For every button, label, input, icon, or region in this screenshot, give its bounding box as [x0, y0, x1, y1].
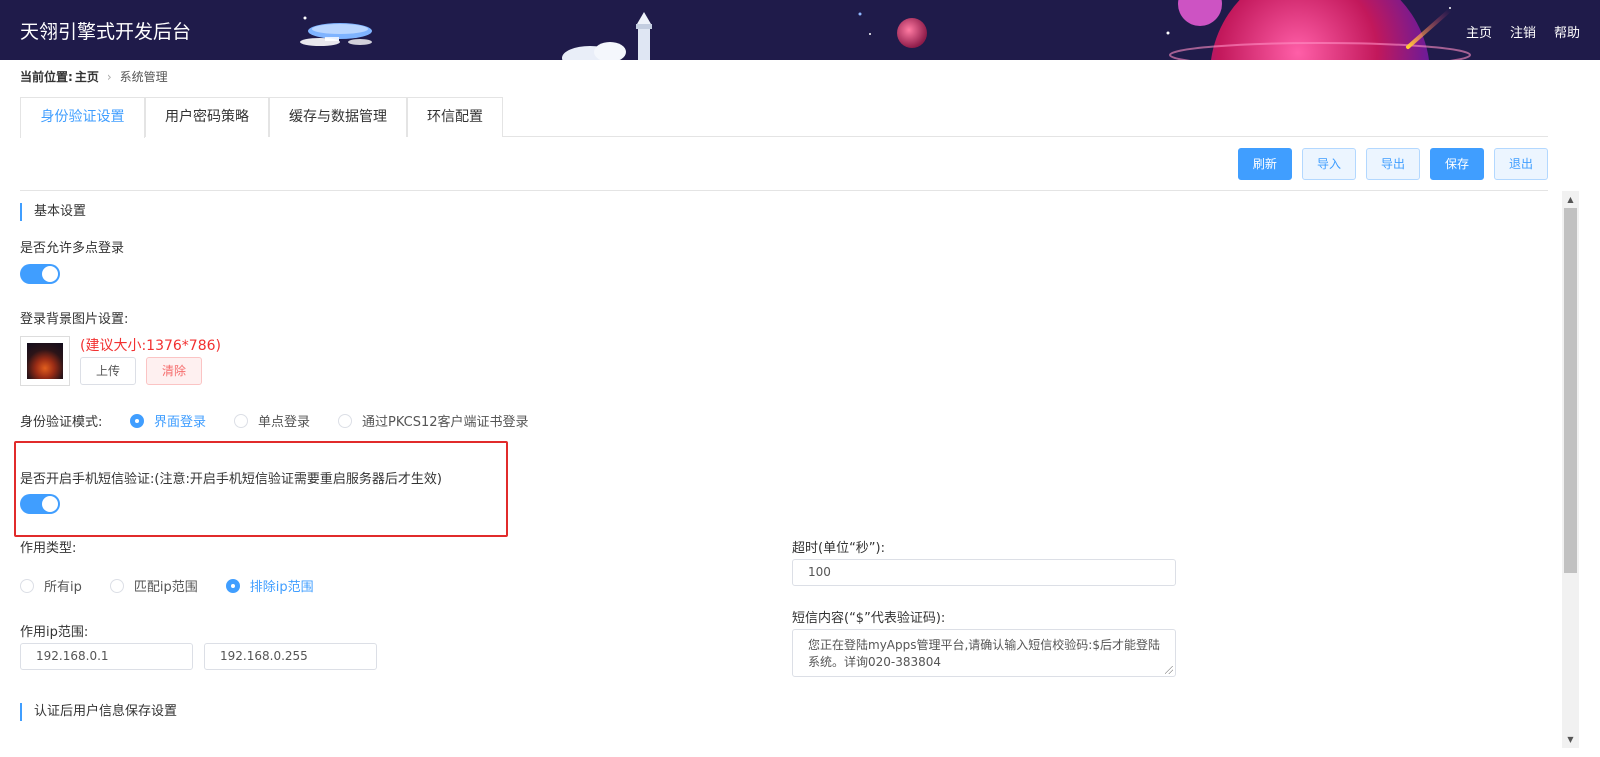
scope-match-ip-radio[interactable]: 匹配ip范围 [109, 576, 198, 595]
save-button[interactable]: 保存 [1429, 148, 1484, 180]
nav-home-link[interactable]: 主页 [1466, 22, 1492, 41]
refresh-button[interactable]: 刷新 [1237, 148, 1292, 180]
sms-verify-switch[interactable] [20, 494, 60, 514]
section-user-info-save: 认证后用户信息保存设置 [20, 703, 177, 721]
import-button[interactable]: 导入 [1301, 148, 1356, 180]
ip-range-label: 作用ip范围: [20, 625, 89, 640]
top-header: 天翎引擎式开发后台 主页 注销 帮助 [0, 0, 1600, 60]
sms-highlight-annotation [14, 441, 508, 537]
radio-label: 匹配ip范围 [133, 580, 198, 595]
radio-dot-icon [109, 578, 124, 593]
sms-content-textarea[interactable]: 您正在登陆myApps管理平台,请确认输入短信校验码:$后才能登陆系统。详询02… [792, 629, 1176, 677]
bg-image-size-hint: (建议大小:1376*786) [80, 338, 221, 354]
sms-content-text: 您正在登陆myApps管理平台,请确认输入短信校验码:$后才能登陆系统。详询02… [808, 638, 1160, 669]
tab-password-policy[interactable]: 用户密码策略 [145, 97, 269, 137]
auth-mode-label: 身份验证模式: [20, 415, 103, 430]
radio-label: 通过PKCS12客户端证书登录 [362, 415, 529, 430]
sms-content-label: 短信内容(“$”代表验证码): [792, 611, 946, 626]
scope-exclude-ip-radio[interactable]: 排除ip范围 [225, 576, 314, 595]
exit-button[interactable]: 退出 [1493, 148, 1548, 180]
multi-login-switch[interactable] [20, 264, 60, 284]
settings-tabs: 身份验证设置 用户密码策略 缓存与数据管理 环信配置 [20, 97, 1548, 138]
radio-dot-icon [225, 578, 240, 593]
radio-dot-icon [234, 413, 249, 428]
top-nav: 主页 注销 帮助 [1466, 22, 1580, 41]
radio-dot-icon [130, 413, 144, 428]
sms-verify-label: 是否开启手机短信验证:(注意:开启手机短信验证需要重启服务器后才生效) [20, 472, 442, 487]
tab-huanxin-config[interactable]: 环信配置 [407, 97, 503, 137]
scroll-up-arrow-icon[interactable]: ▲ [1562, 191, 1579, 208]
scope-type-label: 作用类型: [20, 541, 77, 556]
bg-image-label: 登录背景图片设置: [20, 312, 129, 327]
ip-start-input[interactable]: 192.168.0.1 [20, 643, 193, 670]
radio-label: 所有ip [44, 580, 82, 595]
vertical-scrollbar[interactable]: ▲ ▼ [1562, 191, 1579, 748]
toolbar: 刷新 导入 导出 保存 退出 [1237, 148, 1548, 180]
nav-help-link[interactable]: 帮助 [1554, 22, 1580, 41]
scroll-down-arrow-icon[interactable]: ▼ [1562, 731, 1579, 748]
timeout-label: 超时(单位“秒”): [792, 541, 885, 556]
breadcrumb-prefix: 当前位置: [20, 70, 73, 84]
app-title: 天翎引擎式开发后台 [20, 21, 192, 43]
scope-type-radio-group: 所有ip 匹配ip范围 排除ip范围 [20, 576, 342, 595]
nav-logout-link[interactable]: 注销 [1510, 22, 1536, 41]
timeout-input[interactable]: 100 [792, 559, 1176, 586]
resize-grip-icon[interactable] [1165, 666, 1173, 674]
radio-dot-icon [20, 578, 34, 593]
auth-mode-ui-login-radio[interactable]: 界面登录 [130, 411, 206, 430]
breadcrumb-home-link[interactable]: 主页 [75, 68, 99, 85]
breadcrumb-current: 系统管理 [119, 70, 168, 84]
tab-cache-data[interactable]: 缓存与数据管理 [269, 97, 407, 137]
multi-login-label: 是否允许多点登录 [20, 241, 125, 256]
scrollbar-thumb[interactable] [1564, 208, 1577, 573]
scope-all-ip-radio[interactable]: 所有ip [20, 576, 82, 595]
ip-end-input[interactable]: 192.168.0.255 [204, 643, 377, 670]
radio-dot-icon [338, 413, 353, 428]
toolbar-divider [20, 190, 1548, 191]
radio-label: 单点登录 [258, 415, 311, 430]
auth-mode-pkcs12-radio[interactable]: 通过PKCS12客户端证书登录 [338, 411, 529, 430]
clear-button[interactable]: 清除 [146, 357, 203, 385]
upload-button[interactable]: 上传 [80, 357, 137, 385]
header-banner-illustration [300, 0, 1471, 60]
radio-label: 界面登录 [154, 415, 207, 430]
breadcrumb: 当前位置: 主页 › 系统管理 [20, 68, 168, 85]
auth-mode-radio-group: 界面登录 单点登录 通过PKCS12客户端证书登录 [130, 411, 557, 430]
radio-label: 排除ip范围 [249, 580, 314, 595]
tab-auth-settings[interactable]: 身份验证设置 [20, 97, 145, 138]
section-basic-settings: 基本设置 [20, 203, 86, 221]
export-button[interactable]: 导出 [1365, 148, 1420, 180]
bg-image-thumbnail [20, 336, 70, 386]
auth-mode-sso-radio[interactable]: 单点登录 [234, 411, 310, 430]
chevron-right-icon: › [106, 69, 112, 84]
